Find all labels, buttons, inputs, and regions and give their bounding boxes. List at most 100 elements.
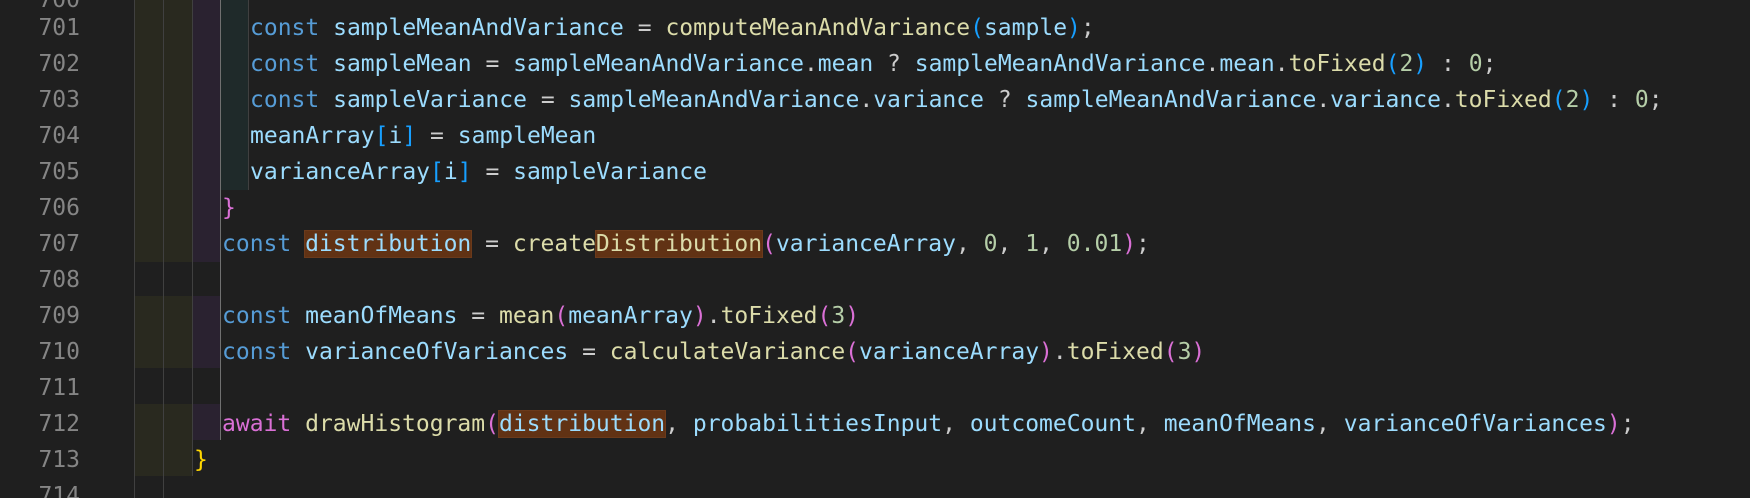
variable-token: varianceOfVariances (305, 339, 569, 365)
paren-token: ) (1191, 339, 1206, 365)
line-number: 712 (38, 411, 80, 437)
operator-token: : (1427, 51, 1469, 77)
number-token: 0 (1468, 51, 1483, 77)
paren-token: ( (1163, 339, 1178, 365)
variable-token: probabilitiesInput (692, 411, 943, 437)
line-number: 709 (38, 303, 80, 329)
function-token: drawHistogram (305, 411, 486, 437)
code-line-703[interactable]: const sampleVariance = sampleMeanAndVari… (250, 82, 1663, 118)
variable-token: sampleMeanAndVariance (568, 87, 860, 113)
bracket-token: [ (430, 159, 444, 185)
code-editor[interactable]: 700 701 702 703 704 705 706 707 708 709 … (0, 0, 1750, 498)
punct-token: . (706, 303, 721, 329)
paren-token: ) (1039, 339, 1053, 365)
operator-token: ? (983, 87, 1026, 113)
operator-token: = (568, 339, 610, 365)
variable-token: sampleVariance (513, 159, 708, 185)
operator-token: = (471, 159, 514, 185)
number-token: 2 (1399, 51, 1414, 77)
punct-token: . (803, 51, 818, 77)
paren-token: ( (554, 303, 569, 329)
function-token: toFixed (1454, 87, 1552, 113)
punct-token: , (1316, 411, 1344, 437)
line-number: 702 (38, 51, 80, 77)
highlighted-variable-token: distribution (304, 230, 473, 258)
code-line-704[interactable]: meanArray[i] = sampleMean (250, 118, 596, 154)
code-line-712[interactable]: await drawHistogram(distribution, probab… (222, 406, 1635, 442)
variable-token: i (443, 159, 458, 185)
bracket-token: [ (374, 123, 389, 149)
variable-token: varianceArray (775, 231, 956, 257)
variable-token: sampleMeanAndVariance (914, 51, 1206, 77)
paren-token: ( (1385, 51, 1400, 77)
code-line-705[interactable]: varianceArray[i] = sampleVariance (250, 154, 707, 190)
brace-token: } (194, 447, 208, 473)
number-token: 3 (1177, 339, 1192, 365)
punct-token: , (1135, 411, 1164, 437)
paren-token: ) (1122, 231, 1137, 257)
keyword-token: const (250, 51, 320, 77)
operator-token: : (1593, 87, 1635, 113)
punct-token: . (1205, 51, 1220, 77)
property-token: variance (1330, 87, 1441, 113)
line-number: 707 (38, 231, 80, 257)
variable-token: meanArray (250, 123, 375, 149)
function-token: toFixed (1066, 339, 1164, 365)
paren-token: ( (485, 411, 499, 437)
operator-token: = (416, 123, 458, 149)
function-token: toFixed (720, 303, 818, 329)
punct-token: . (1052, 339, 1067, 365)
paren-token: ) (1579, 87, 1594, 113)
code-line-709[interactable]: const meanOfMeans = mean(meanArray).toFi… (222, 298, 859, 334)
punct-token: . (1316, 87, 1331, 113)
code-line-702[interactable]: const sampleMean = sampleMeanAndVariance… (250, 46, 1496, 82)
operator-token: = (457, 303, 499, 329)
paren-token: ( (762, 231, 776, 257)
keyword-token: const (222, 303, 292, 329)
bracket-token: ] (402, 123, 417, 149)
punct-token: . (859, 87, 874, 113)
variable-token: sample (983, 15, 1068, 41)
operator-token: ? (873, 51, 915, 77)
line-number: 714 (38, 483, 80, 498)
variable-token: varianceOfVariances (1343, 411, 1607, 437)
line-number: 705 (38, 159, 80, 185)
code-line-706[interactable]: } (222, 190, 236, 226)
code-line-713[interactable]: } (194, 442, 208, 478)
variable-token: sampleMean (457, 123, 597, 149)
variable-token: sampleVariance (333, 87, 527, 113)
code-line-710[interactable]: const varianceOfVariances = calculateVar… (222, 334, 1205, 370)
variable-token: meanOfMeans (305, 303, 458, 329)
paren-token: ( (817, 303, 832, 329)
paren-token: ) (1606, 411, 1621, 437)
line-number-gutter: 700 701 702 703 704 705 706 707 708 709 … (0, 0, 110, 498)
number-token: 0 (983, 231, 998, 257)
line-number: 704 (38, 123, 80, 149)
operator-token: = (526, 87, 569, 113)
function-token: create (512, 231, 596, 257)
variable-token: sampleMean (333, 51, 472, 77)
line-number: 701 (38, 15, 80, 41)
punct-token: , (665, 411, 693, 437)
number-token: 0 (1634, 87, 1649, 113)
indent-guide-band (220, 0, 248, 190)
line-number: 706 (38, 195, 80, 221)
punct-token: . (1440, 87, 1455, 113)
paren-token: ) (692, 303, 707, 329)
indent-guide (248, 0, 249, 190)
paren-token: ( (970, 15, 984, 41)
code-line-707[interactable]: const distribution = createDistribution(… (222, 226, 1150, 262)
highlighted-function-token: Distribution (594, 230, 764, 258)
indent-guide (163, 0, 164, 498)
number-token: 3 (831, 303, 846, 329)
variable-token: varianceArray (859, 339, 1040, 365)
keyword-token: const (250, 15, 320, 41)
code-line-701[interactable]: const sampleMeanAndVariance = computeMea… (250, 10, 1095, 46)
keyword-token: await (222, 411, 292, 437)
paren-token: ) (1413, 51, 1428, 77)
keyword-token: const (222, 339, 292, 365)
function-token: calculateVariance (609, 339, 846, 365)
variable-token: outcomeCount (969, 411, 1136, 437)
punct-token: , (1039, 231, 1067, 257)
variable-token: meanArray (568, 303, 693, 329)
